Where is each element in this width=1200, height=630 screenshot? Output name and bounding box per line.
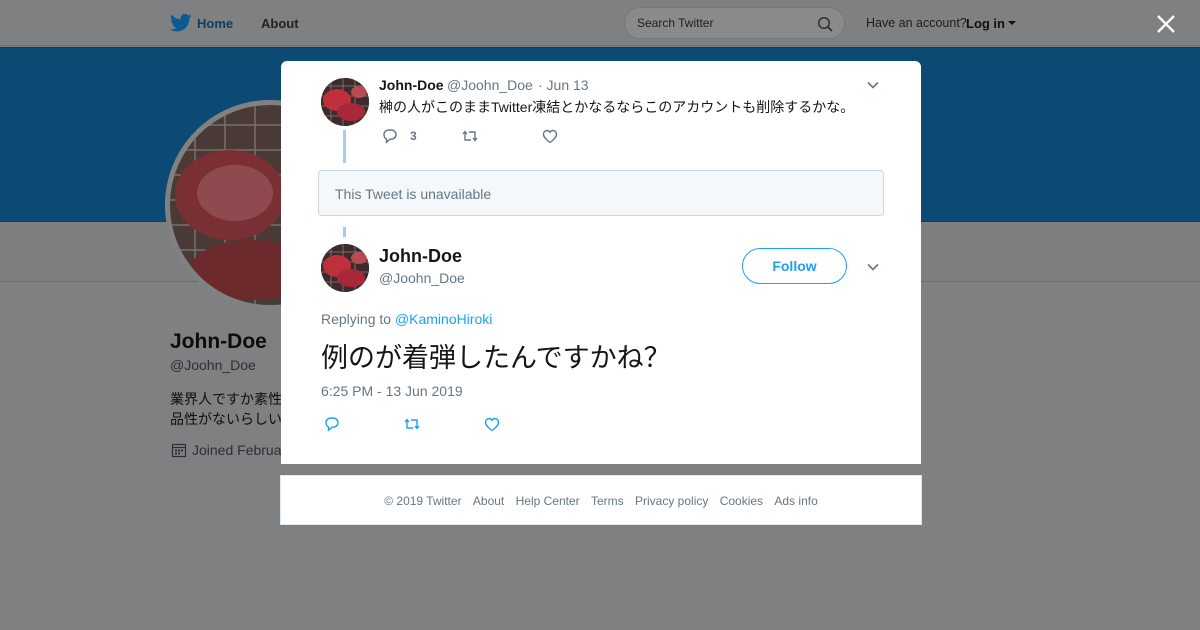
tweet-date[interactable]: · Jun 13: [538, 77, 589, 93]
search-placeholder: Search Twitter: [637, 16, 714, 30]
avatar-image: [321, 78, 369, 126]
unavailable-text: This Tweet is unavailable: [335, 186, 492, 202]
tweet-text: 榊の人がこのままTwitter凍結とかなるならこのアカウントも削除するかな。: [379, 99, 855, 115]
follow-button[interactable]: Follow: [742, 248, 847, 284]
reply-icon[interactable]: [381, 127, 399, 145]
thread-connector: [343, 227, 346, 237]
avatar-image: [321, 244, 369, 292]
profile-handle: @Joohn_Doe: [170, 357, 256, 373]
replying-to-handle-link[interactable]: @KaminoHiroki: [395, 311, 492, 327]
replying-to: Replying to @KaminoHiroki: [321, 311, 492, 327]
tweet-author-name[interactable]: John-Doe: [379, 246, 462, 267]
tweet-modal: John-Doe @Joohn_Doe · Jun 13 榊の人がこのままTwi…: [281, 61, 921, 464]
footer-link-terms[interactable]: Terms: [591, 494, 624, 508]
footer-link-help-center[interactable]: Help Center: [516, 494, 580, 508]
retweet-icon[interactable]: [403, 415, 421, 433]
footer-link-cookies[interactable]: Cookies: [720, 494, 763, 508]
footer-link-ads-info[interactable]: Ads info: [774, 494, 817, 508]
retweet-icon[interactable]: [461, 127, 479, 145]
tweet-timestamp[interactable]: 6:25 PM - 13 Jun 2019: [321, 383, 463, 399]
like-heart-icon[interactable]: [483, 415, 501, 433]
tweet-author-handle[interactable]: @Joohn_Doe: [379, 270, 465, 286]
footer-link-about[interactable]: About: [473, 494, 504, 508]
login-button[interactable]: Log in: [966, 16, 1005, 31]
reply-count: 3: [410, 129, 417, 143]
have-account-text: Have an account?: [866, 16, 967, 30]
search-icon[interactable]: [817, 16, 833, 32]
profile-bio-line: 品性がないらしい: [170, 411, 281, 427]
tweet-text: 例のが着弾したんですかね？: [321, 343, 671, 373]
thread-connector: [343, 130, 346, 163]
replying-to-label: Replying to: [321, 311, 392, 327]
avatar[interactable]: [321, 78, 369, 126]
top-navigation-bar: Home About Search Twitter Have an accoun…: [0, 0, 1200, 46]
footer-link-privacy-policy[interactable]: Privacy policy: [635, 494, 708, 508]
tweet-author-name[interactable]: John-Doe: [379, 77, 444, 93]
reply-icon[interactable]: [323, 415, 341, 433]
chevron-down-icon[interactable]: [1008, 21, 1016, 25]
footer-copyright: © 2019 Twitter: [384, 494, 462, 508]
avatar[interactable]: [321, 244, 369, 292]
profile-name: John-Doe: [170, 330, 267, 353]
like-heart-icon[interactable]: [541, 127, 559, 145]
chevron-down-icon[interactable]: [866, 78, 880, 92]
profile-joined-date: Joined Februa: [192, 442, 281, 458]
unavailable-tweet-notice: This Tweet is unavailable: [318, 170, 884, 216]
nav-home-link[interactable]: Home: [197, 16, 233, 31]
search-input[interactable]: Search Twitter: [624, 7, 845, 39]
profile-bio-line: 業界人ですか素性: [170, 391, 281, 407]
close-icon[interactable]: [1155, 13, 1177, 35]
modal-footer: © 2019 Twitter About Help Center Terms P…: [280, 475, 922, 525]
chevron-down-icon[interactable]: [866, 260, 880, 274]
tweet-author-handle[interactable]: @Joohn_Doe: [447, 77, 533, 93]
twitter-bird-icon[interactable]: [170, 13, 192, 33]
calendar-icon: [171, 443, 187, 458]
nav-about-link[interactable]: About: [261, 16, 299, 31]
